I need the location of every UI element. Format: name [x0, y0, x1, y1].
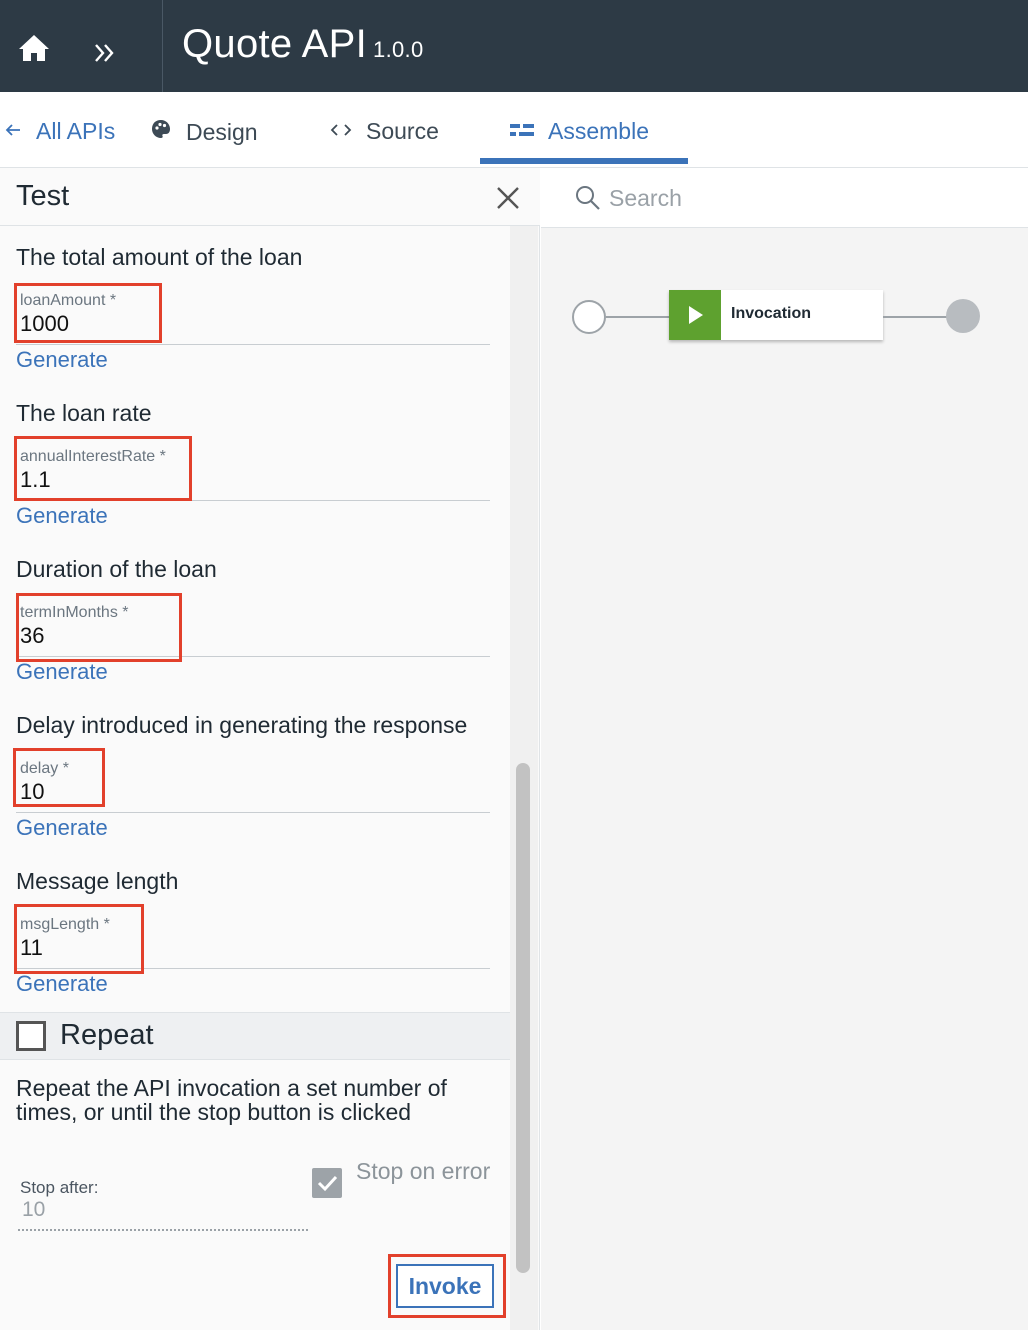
- double-chevron-right-icon[interactable]: [88, 36, 122, 70]
- assemble-icon: [510, 118, 534, 145]
- test-panel: Test The total amount of the loan loanAm…: [0, 168, 540, 1330]
- flow-start-node: [572, 300, 606, 334]
- api-version: 1.0.0: [373, 37, 424, 62]
- play-icon: [669, 290, 721, 340]
- test-panel-title: Test: [16, 180, 70, 212]
- param-description: Delay introduced in generating the respo…: [16, 712, 468, 738]
- field-underline: [16, 656, 490, 657]
- field-label: annualInterestRate *: [20, 448, 166, 465]
- field-label: termInMonths *: [20, 604, 129, 621]
- repeat-section-header: Repeat: [0, 1012, 510, 1060]
- generate-link[interactable]: Generate: [16, 659, 108, 685]
- code-icon: [330, 118, 352, 145]
- flow-connector: [883, 316, 947, 318]
- all-apis-label: All APIs: [36, 118, 116, 144]
- field-underline: [16, 500, 490, 501]
- field-underline: [16, 344, 490, 345]
- divider: [162, 0, 163, 92]
- param-description: Message length: [16, 868, 179, 894]
- generate-link[interactable]: Generate: [16, 347, 108, 373]
- repeat-description: Repeat the API invocation a set number o…: [16, 1075, 447, 1125]
- generate-link[interactable]: Generate: [16, 815, 108, 841]
- param-description: Duration of the loan: [16, 556, 217, 582]
- invocation-node-label: Invocation: [731, 305, 812, 322]
- search-bar: [541, 168, 1028, 228]
- page-title: Quote API 1.0.0: [182, 22, 423, 67]
- search-icon: [575, 185, 601, 211]
- tab-source[interactable]: Source: [330, 118, 439, 145]
- repeat-checkbox[interactable]: [16, 1021, 46, 1051]
- invocation-policy-node[interactable]: Invocation: [669, 290, 883, 340]
- field-underline: [16, 968, 490, 969]
- api-title: Quote API: [182, 22, 368, 66]
- scrollbar-thumb[interactable]: [516, 763, 530, 1273]
- tab-assemble[interactable]: Assemble: [510, 118, 649, 145]
- top-bar: Quote API 1.0.0: [0, 0, 1028, 92]
- tab-design-label: Design: [186, 118, 258, 145]
- stop-after-label: Stop after:: [20, 1178, 99, 1197]
- param-description: The loan rate: [16, 400, 152, 426]
- invoke-button[interactable]: Invoke: [396, 1264, 494, 1308]
- loan-amount-input[interactable]: [20, 310, 480, 338]
- close-icon[interactable]: [494, 184, 522, 212]
- generate-link[interactable]: Generate: [16, 971, 108, 997]
- field-label: loanAmount *: [20, 292, 117, 309]
- api-nav: All APIs Design Source Assemble: [0, 92, 1028, 168]
- assembly-canvas: Invocation: [541, 168, 1028, 1330]
- tab-source-label: Source: [366, 118, 439, 144]
- active-tab-indicator: [480, 158, 688, 164]
- annual-interest-rate-input[interactable]: [20, 466, 480, 494]
- all-apis-link[interactable]: All APIs: [4, 118, 115, 145]
- field-label: msgLength *: [20, 916, 110, 933]
- tab-assemble-label: Assemble: [548, 118, 649, 144]
- stop-after-input[interactable]: 10: [22, 1198, 45, 1222]
- search-input[interactable]: [609, 182, 1009, 214]
- home-icon[interactable]: [14, 28, 54, 68]
- test-panel-header: Test: [0, 168, 540, 226]
- stop-on-error-checkbox[interactable]: [312, 1168, 342, 1198]
- msg-length-input[interactable]: [20, 934, 480, 962]
- generate-link[interactable]: Generate: [16, 503, 108, 529]
- flow-connector: [606, 316, 669, 318]
- repeat-label: Repeat: [60, 1019, 154, 1051]
- field-underline: [16, 812, 490, 813]
- checkmark-icon: [317, 1175, 338, 1192]
- palette-icon: [150, 118, 172, 146]
- flow-end-node: [946, 299, 980, 333]
- field-label: delay *: [20, 760, 69, 777]
- arrow-left-icon: [4, 118, 22, 145]
- stop-after-underline: [18, 1229, 308, 1231]
- delay-input[interactable]: [20, 778, 480, 806]
- stop-on-error-label: Stop on error: [356, 1158, 491, 1184]
- term-in-months-input[interactable]: [20, 622, 480, 650]
- tab-design[interactable]: Design: [150, 118, 258, 146]
- param-description: The total amount of the loan: [16, 244, 303, 270]
